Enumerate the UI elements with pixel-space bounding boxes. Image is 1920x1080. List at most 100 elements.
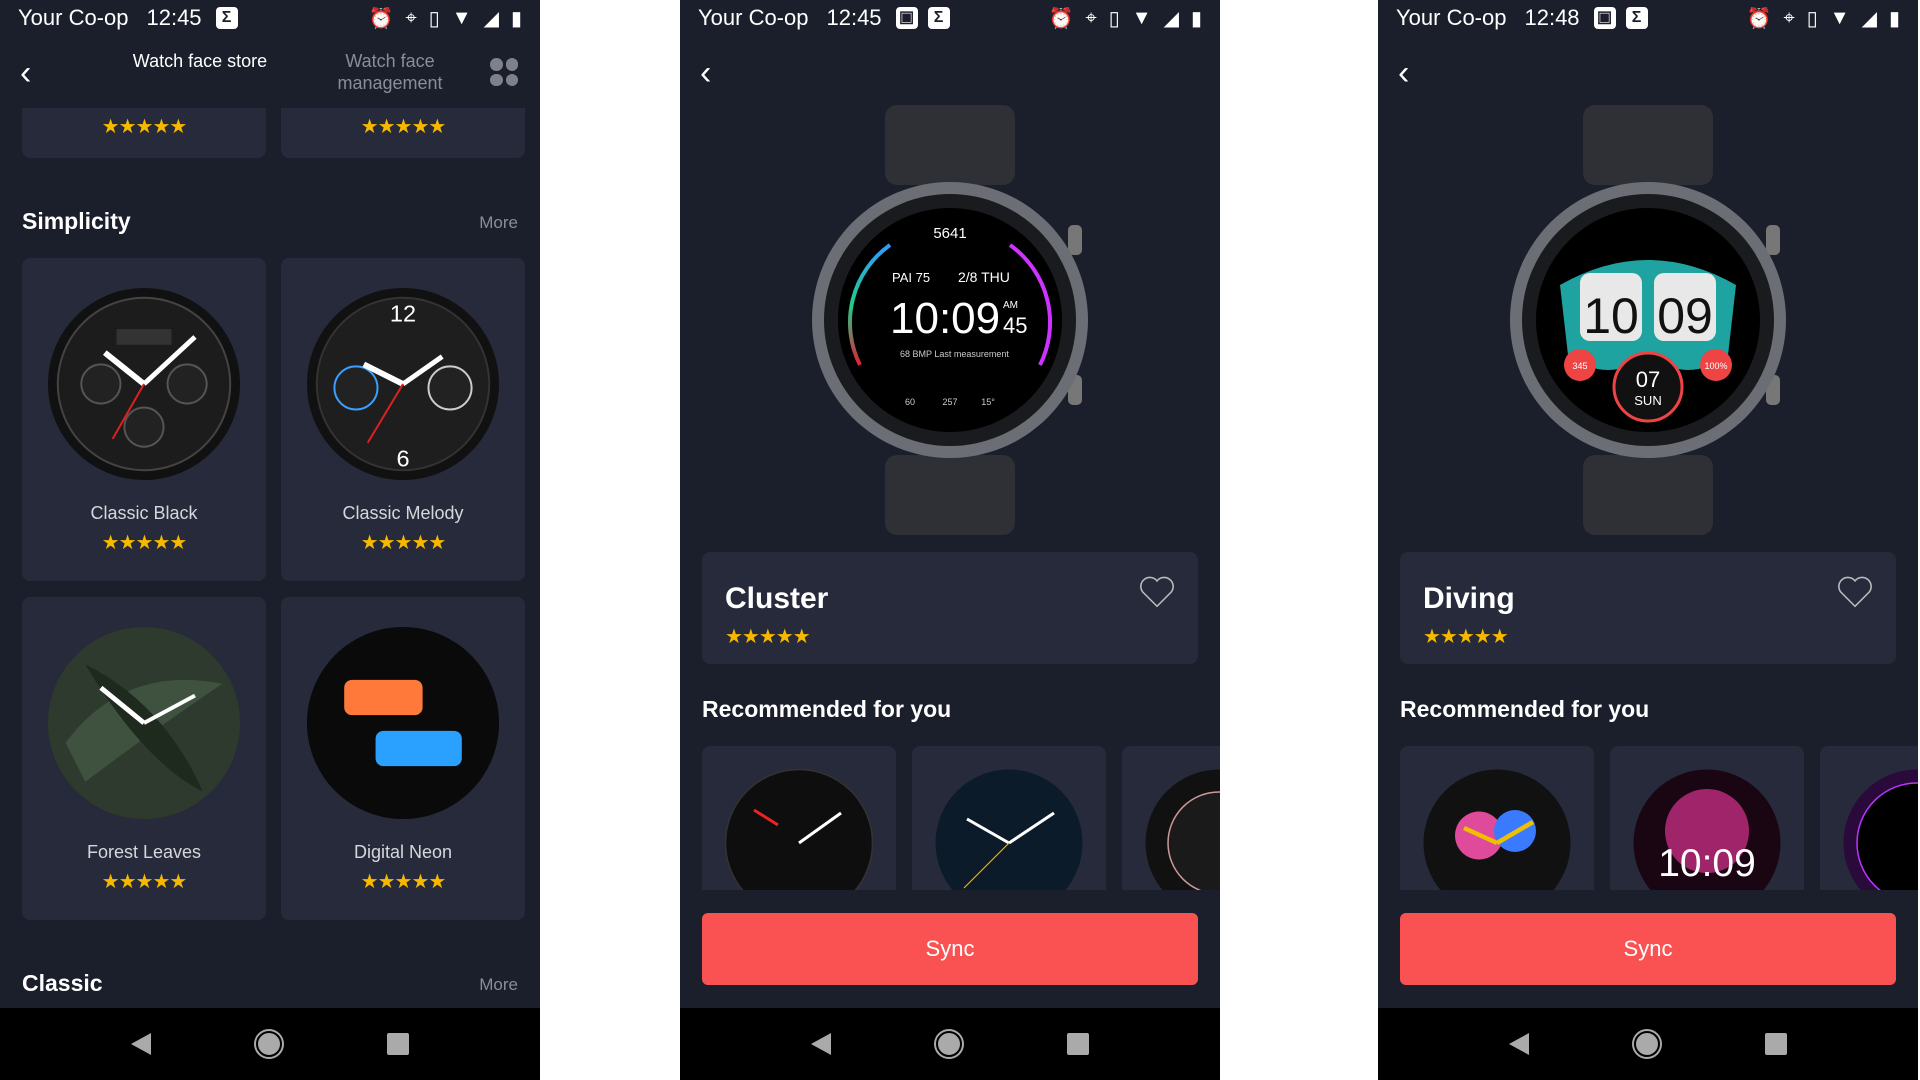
nav-recents-icon[interactable] xyxy=(1067,1033,1089,1055)
wifi-icon: ▼ xyxy=(1131,6,1152,29)
nav-recents-icon[interactable] xyxy=(1765,1033,1787,1055)
watch-time: 10:09 xyxy=(890,294,1000,343)
section-title: Simplicity xyxy=(22,208,131,234)
watch-face-preview xyxy=(47,626,241,820)
system-nav-bar xyxy=(1378,1008,1918,1080)
wifi-icon: ▼ xyxy=(451,6,472,29)
watch-ampm: AM xyxy=(1003,300,1018,311)
watch-preview: 10 09 07 SUN 345 100% xyxy=(1510,105,1786,535)
status-icons: ⏰ ⌖ ▯ ▼ ◢ ▮ xyxy=(369,6,522,31)
watch-face-detail-cluster: Your Co-op 12:45 ▣ Σ ⏰ ⌖ ▯ ▼ ◢ ▮ ‹ 5641 PAI 75… xyxy=(680,0,1220,1080)
recommended-face[interactable] xyxy=(702,746,896,906)
sync-button[interactable]: Sync xyxy=(702,913,1198,985)
svg-text:6: 6 xyxy=(396,445,409,471)
sync-bar: Sync xyxy=(680,890,1220,1008)
section-title: Classic xyxy=(22,970,103,996)
face-info-card: Cluster ★★★★★ xyxy=(702,552,1198,664)
nav-back-icon[interactable] xyxy=(811,1033,831,1055)
watch-stat: 60 xyxy=(905,397,915,407)
status-bar: Your Co-op 12:45 ▣ Σ ⏰ ⌖ ▯ ▼ ◢ ▮ xyxy=(680,0,1220,36)
status-icons: ⏰ ⌖ ▯ ▼ ◢ ▮ xyxy=(1049,6,1202,31)
recommended-title: Recommended for you xyxy=(1400,696,1650,722)
watch-face-preview xyxy=(306,626,500,820)
watch-seconds: 45 xyxy=(1003,313,1027,338)
face-title: Cluster xyxy=(725,582,829,615)
location-icon: ⌖ xyxy=(405,6,417,29)
vibrate-icon: ▯ xyxy=(1108,7,1120,30)
tab-watch-face-management[interactable]: Watch face management xyxy=(320,50,460,94)
grid-icon[interactable] xyxy=(490,58,518,86)
watch-face-preview xyxy=(1145,769,1220,906)
battery-icon: ▮ xyxy=(1888,7,1900,30)
back-button[interactable]: ‹ xyxy=(700,56,711,90)
face-name: Digital Neon xyxy=(353,842,453,862)
watch-date: 2/8 THU xyxy=(958,269,1010,285)
status-bar: Your Co-op 12:45 Σ ⏰ ⌖ ▯ ▼ ◢ ▮ xyxy=(0,0,540,36)
sync-button[interactable]: Sync xyxy=(1400,913,1896,985)
clock: 12:45 xyxy=(826,5,882,30)
watch-face-preview: 10:09 xyxy=(1633,769,1781,906)
watch-heart-rate: 68 BMP Last measurement xyxy=(900,349,1009,359)
face-title: Diving xyxy=(1423,582,1515,615)
back-button[interactable]: ‹ xyxy=(20,56,31,90)
watch-day: 07 xyxy=(1636,367,1660,392)
rating-stars: ★★★★★ xyxy=(1423,626,1509,648)
face-card[interactable]: Classic Black ★★★★★ xyxy=(22,258,266,581)
status-icons: ⏰ ⌖ ▯ ▼ ◢ ▮ xyxy=(1747,6,1900,31)
signal-icon: ◢ xyxy=(1861,7,1877,30)
nav-home-icon[interactable] xyxy=(936,1031,962,1057)
back-button[interactable]: ‹ xyxy=(1398,56,1409,90)
rating-stars: ★★★★★ xyxy=(360,116,447,138)
signal-icon: ◢ xyxy=(483,7,499,30)
rating-stars: ★★★★★ xyxy=(360,871,447,893)
nav-back-icon[interactable] xyxy=(1509,1033,1529,1055)
nav-back-icon[interactable] xyxy=(131,1033,151,1055)
face-card[interactable]: Forest Leaves ★★★★★ xyxy=(22,597,266,920)
rating-stars: ★★★★★ xyxy=(101,871,188,893)
carrier: Your Co-op xyxy=(698,5,809,30)
watch-stat: 15° xyxy=(981,397,995,407)
battery-icon: ▮ xyxy=(510,7,522,30)
image-icon: ▣ xyxy=(895,7,918,29)
nav-home-icon[interactable] xyxy=(1634,1031,1660,1057)
face-info-card: Diving ★★★★★ xyxy=(1400,552,1896,664)
signal-icon: ◢ xyxy=(1163,7,1179,30)
watch-minute: 09 xyxy=(1657,288,1713,344)
heart-icon[interactable] xyxy=(1138,574,1176,610)
notification-icon: Σ xyxy=(927,7,950,29)
recommended-title: Recommended for you xyxy=(702,696,952,722)
alarm-icon: ⏰ xyxy=(368,7,394,30)
recommended-time: 10:09 xyxy=(1658,842,1756,885)
watch-weekday: SUN xyxy=(1634,393,1661,408)
face-card-partial[interactable]: ★★★★★ xyxy=(22,108,266,158)
vibrate-icon: ▯ xyxy=(1806,7,1818,30)
heart-icon[interactable] xyxy=(1836,574,1874,610)
vibrate-icon: ▯ xyxy=(428,7,440,30)
image-icon: ▣ xyxy=(1593,7,1616,29)
face-name: Forest Leaves xyxy=(86,842,202,862)
face-card-partial[interactable]: ★★★★★ xyxy=(281,108,525,158)
face-card[interactable]: Digital Neon ★★★★★ xyxy=(281,597,525,920)
tab-watch-face-store[interactable]: Watch face store xyxy=(130,50,270,94)
face-card[interactable]: 12 6 Classic Melody ★★★★★ xyxy=(281,258,525,581)
nav-home-icon[interactable] xyxy=(256,1031,282,1057)
more-link[interactable]: More xyxy=(479,975,518,995)
wifi-icon: ▼ xyxy=(1829,6,1850,29)
recommended-face[interactable] xyxy=(1400,746,1594,906)
watch-face-detail-diving: Your Co-op 12:48 ▣ Σ ⏰ ⌖ ▯ ▼ ◢ ▮ ‹ 10 09 07 SU… xyxy=(1378,0,1918,1080)
system-nav-bar xyxy=(0,1008,540,1080)
recommended-face[interactable] xyxy=(912,746,1106,906)
nav-recents-icon[interactable] xyxy=(387,1033,409,1055)
sync-bar: Sync xyxy=(1378,890,1918,1008)
watch-calories: 345 xyxy=(1572,361,1587,371)
watch-face-preview xyxy=(724,768,874,906)
watch-face-store-screen: Your Co-op 12:45 Σ ⏰ ⌖ ▯ ▼ ◢ ▮ ‹ Watch face s… xyxy=(0,0,540,1080)
carrier: Your Co-op xyxy=(1396,5,1507,30)
watch-stat: 257 xyxy=(942,397,957,407)
recommended-face[interactable] xyxy=(1820,746,1918,906)
carrier: Your Co-op xyxy=(18,5,129,30)
recommended-face[interactable] xyxy=(1122,746,1220,906)
recommended-face[interactable]: 10:09 xyxy=(1610,746,1804,906)
rating-stars: ★★★★★ xyxy=(360,532,447,554)
more-link[interactable]: More xyxy=(479,213,518,233)
